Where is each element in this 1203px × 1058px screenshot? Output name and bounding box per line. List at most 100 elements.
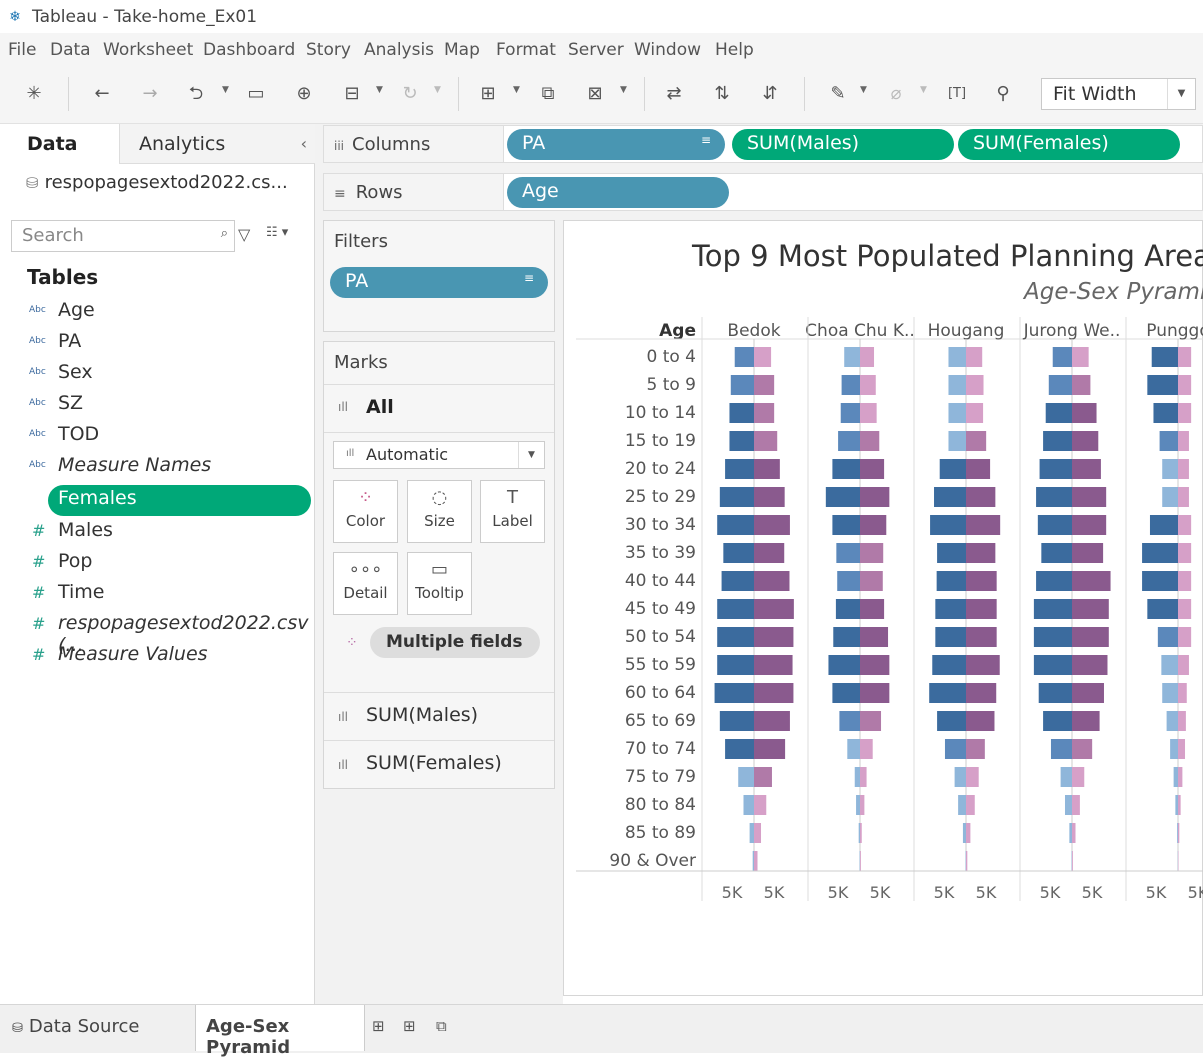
column-pill-sum-females[interactable]: SUM(Females) [958,129,1180,160]
save-icon[interactable]: ▭ [244,82,268,106]
menu-server[interactable]: Server [568,40,624,60]
marks-all-label[interactable]: All [366,396,394,418]
menu-map[interactable]: Map [444,40,480,60]
marks-sum-females[interactable]: SUM(Females) [366,752,502,774]
redo-icon[interactable]: → [138,82,162,106]
tab-data[interactable]: Data [0,124,119,164]
refresh-icon[interactable]: ↻ [398,82,422,106]
collapse-pane-icon[interactable]: ‹ [301,134,307,153]
filter-icon[interactable]: ▽ [238,225,250,244]
menu-analysis[interactable]: Analysis [364,40,434,60]
age-label: 25 to 29 [625,487,696,507]
toolbar-divider [458,77,459,111]
menu-data[interactable]: Data [50,40,91,60]
datasource-item[interactable]: ⛁respopagesextod2022.cs... [26,172,311,193]
marks-color-button[interactable]: ⁘Color [333,480,398,543]
chevron-down-icon[interactable]: ▼ [376,85,383,95]
menu-story[interactable]: Story [306,40,351,60]
female-bar [860,711,881,731]
detail-icon: ∘∘∘ [334,559,397,580]
field-tod[interactable]: AbcTOD [0,421,315,451]
mark-type-select[interactable]: ıll Automatic ▼ [333,441,545,469]
new-dashboard-icon[interactable]: ⊞ [403,1017,416,1035]
multiple-fields-pill[interactable]: Multiple fields [370,627,540,658]
menu-help[interactable]: Help [715,40,754,60]
marks-button-label: Tooltip [408,584,471,602]
field-pa[interactable]: AbcPA [0,328,315,358]
field-pop[interactable]: #Pop [0,548,315,578]
columns-shelf[interactable]: iiiColumns PA≡ SUM(Males) SUM(Females) [323,125,1203,163]
tab-analytics[interactable]: Analytics ‹ [119,124,315,164]
toolbar-divider [68,77,69,111]
male-bar [930,515,966,535]
chevron-down-icon[interactable]: ▼ [920,85,927,95]
field-males[interactable]: #Males [0,517,315,547]
search-box[interactable]: ⌕ [11,220,235,252]
male-bar [1147,599,1178,619]
chevron-down-icon[interactable]: ▼ [620,85,627,95]
marks-size-button[interactable]: ◌Size [407,480,472,543]
male-bar [717,655,754,675]
tab-age-sex-pyramid[interactable]: Age-Sex Pyramid [195,1005,365,1051]
datasource-icon[interactable]: ⊟ [340,82,364,106]
female-bar [1072,739,1092,759]
string-type-icon: Abc [29,460,46,470]
new-worksheet-icon[interactable]: ⊞ [372,1017,385,1035]
male-bar [958,795,966,815]
new-story-icon[interactable]: ⧉ [436,1017,447,1035]
chevron-down-icon[interactable]: ▼ [513,85,520,95]
fit-width-select[interactable]: Fit Width ▼ [1041,78,1196,110]
field-measure-values[interactable]: #Measure Values [0,641,315,671]
swap-rows-columns-icon[interactable]: ⇄ [662,82,686,106]
show-mark-labels-icon[interactable]: [T] [945,82,969,106]
male-bar [720,487,754,507]
column-pill-pa[interactable]: PA≡ [507,129,725,160]
marks-detail-button[interactable]: ∘∘∘Detail [333,552,398,615]
row-pill-age[interactable]: Age [507,177,729,208]
field-respopagesextod2022-csv[interactable]: #respopagesextod2022.csv (... [0,610,315,640]
new-datasource-icon[interactable]: ⊕ [292,82,316,106]
field-sz[interactable]: AbcSZ [0,390,315,420]
undo-icon[interactable]: ← [90,82,114,106]
pyramid-chart[interactable]: AgeBedok5K5KChoa Chu K..5K5KHougang5K5KJ… [564,221,1203,997]
tables-header: Tables [27,265,98,289]
field-time[interactable]: #Time [0,579,315,609]
menu-window[interactable]: Window [634,40,701,60]
attach-icon[interactable]: ⌀ [884,82,908,106]
tab-data-source[interactable]: ⛁Data Source [0,1005,195,1051]
view-options-icon[interactable]: ☷ ▾ [266,225,288,240]
marks-label-button[interactable]: TLabel [480,480,545,543]
redo-dropdown-icon[interactable]: ⮌ [184,82,208,106]
marks-tooltip-button[interactable]: ▭Tooltip [407,552,472,615]
menu-format[interactable]: Format [496,40,556,60]
chevron-down-icon[interactable]: ▼ [518,442,544,468]
search-input[interactable] [12,221,202,249]
marks-sum-males[interactable]: SUM(Males) [366,704,478,726]
sort-descending-icon[interactable]: ⇵ [758,82,782,106]
field-measure-names[interactable]: AbcMeasure Names [0,452,315,482]
chevron-down-icon[interactable]: ▼ [860,85,867,95]
chevron-down-icon[interactable]: ▼ [1167,79,1195,109]
field-age[interactable]: AbcAge [0,297,315,327]
field-females[interactable]: #Females [0,485,315,515]
field-sex[interactable]: AbcSex [0,359,315,389]
clear-sheet-icon[interactable]: ⊠ [583,82,607,106]
chevron-down-icon[interactable]: ▼ [222,85,229,95]
menu-file[interactable]: File [8,40,36,60]
column-pill-sum-males[interactable]: SUM(Males) [732,129,954,160]
chevron-down-icon[interactable]: ▼ [434,85,441,95]
male-bar [1158,627,1178,647]
female-bar [1178,711,1186,731]
rows-shelf[interactable]: ≡Rows Age [323,173,1203,211]
highlight-icon[interactable]: ✎ [826,82,850,106]
tableau-home-icon[interactable]: ✳ [22,82,46,106]
menu-bar: File Data Worksheet Dashboard Story Analysis M… [0,33,1203,65]
pin-icon[interactable]: ⚲ [991,82,1015,106]
sort-ascending-icon[interactable]: ⇅ [710,82,734,106]
duplicate-sheet-icon[interactable]: ⧉ [536,82,560,106]
filter-pill-pa[interactable]: PA ≡ [330,267,548,298]
new-worksheet-icon[interactable]: ⊞ [476,82,500,106]
menu-worksheet[interactable]: Worksheet [103,40,193,60]
female-bar [1072,431,1098,451]
menu-dashboard[interactable]: Dashboard [203,40,295,60]
